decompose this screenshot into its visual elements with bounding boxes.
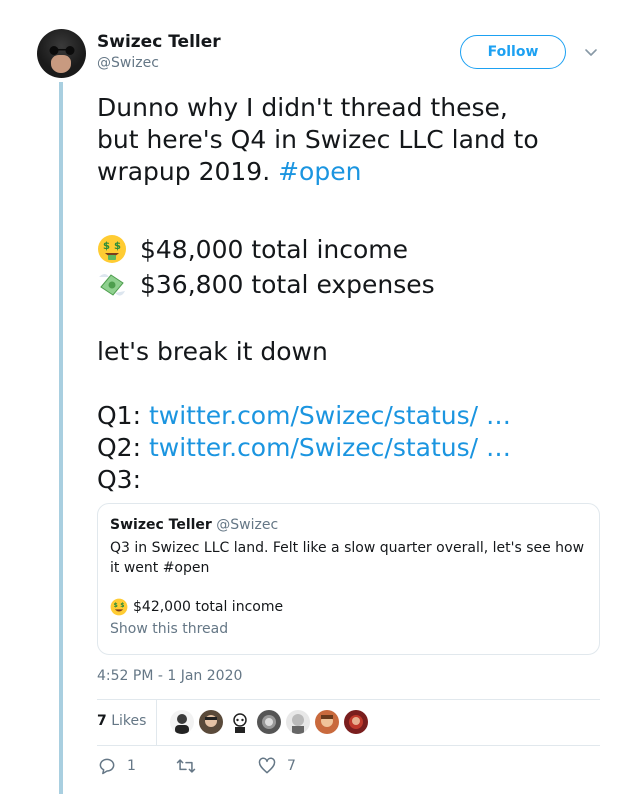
money-with-wings-icon xyxy=(99,274,125,296)
chevron-down-icon[interactable] xyxy=(583,44,599,60)
q2-label: Q2: xyxy=(97,433,149,462)
retweet-icon xyxy=(176,759,196,773)
like-count: 7 xyxy=(287,758,296,774)
hashtag-link[interactable]: #open xyxy=(278,157,361,186)
likes-count[interactable]: 7 Likes xyxy=(97,713,146,729)
q2-link[interactable]: twitter.com/Swizec/status/ … xyxy=(149,433,511,462)
svg-text:$: $ xyxy=(103,241,110,252)
quoted-income-line: $ $ $42,000 total income xyxy=(110,598,587,616)
tweet-timestamp[interactable]: 4:52 PM - 1 Jan 2020 xyxy=(97,668,242,684)
quoted-tweet-header: Swizec Teller @Swizec xyxy=(110,517,587,533)
divider xyxy=(97,699,600,700)
likes-number: 7 xyxy=(97,713,107,729)
quoted-author-handle: @Swizec xyxy=(216,517,279,533)
liker-avatar[interactable] xyxy=(344,710,368,734)
tweet-line: Dunno why I didn't thread these, xyxy=(97,93,508,122)
income-text: $48,000 total income xyxy=(140,235,409,264)
quoted-author-name: Swizec Teller xyxy=(110,517,212,533)
svg-text:$: $ xyxy=(114,602,118,609)
svg-text:$: $ xyxy=(120,602,124,609)
liker-avatar[interactable] xyxy=(170,710,194,734)
liker-avatar[interactable] xyxy=(199,710,223,734)
divider xyxy=(97,745,600,746)
liker-avatar[interactable] xyxy=(228,710,252,734)
show-thread-link[interactable]: Show this thread xyxy=(110,621,587,637)
tweet-line: wrapup 2019. #open xyxy=(97,156,617,188)
likes-label: Likes xyxy=(111,713,147,729)
tweet-actions: 1 7 xyxy=(97,756,397,780)
reply-count: 1 xyxy=(127,758,136,774)
heart-icon xyxy=(258,757,276,774)
thread-line xyxy=(59,82,63,794)
reply-icon xyxy=(99,758,115,775)
income-line: $ $ $48,000 total income xyxy=(97,234,617,266)
money-mouth-face-icon: $ $ xyxy=(110,598,128,616)
q3-line: Q3: xyxy=(97,465,142,494)
quoted-income-text: $42,000 total income xyxy=(133,599,284,615)
like-button[interactable]: 7 xyxy=(257,756,296,776)
q1-line: Q1: twitter.com/Swizec/status/ … xyxy=(97,400,617,432)
author-avatar[interactable] xyxy=(37,29,86,78)
tweet-line-text: wrapup 2019. xyxy=(97,157,279,186)
svg-text:$: $ xyxy=(114,241,121,252)
breakdown-line: let's break it down xyxy=(97,337,328,366)
q1-link[interactable]: twitter.com/Swizec/status/ … xyxy=(149,401,511,430)
liker-avatar[interactable] xyxy=(315,710,339,734)
expenses-line: $36,800 total expenses xyxy=(97,269,617,301)
quoted-tweet-text: Q3 in Swizec LLC land. Felt like a slow … xyxy=(110,540,585,576)
author-handle[interactable]: @Swizec xyxy=(97,55,159,71)
tweet-text: Dunno why I didn't thread these, but her… xyxy=(97,92,617,496)
author-name[interactable]: Swizec Teller xyxy=(97,32,221,52)
avatar-glasses-icon xyxy=(49,46,75,55)
avatar-face xyxy=(51,55,71,73)
liker-avatar[interactable] xyxy=(257,710,281,734)
liker-avatars xyxy=(170,710,373,734)
reply-button[interactable]: 1 xyxy=(97,756,136,776)
tweet-line: but here's Q4 in Swizec LLC land to xyxy=(97,125,539,154)
money-mouth-face-icon: $ $ xyxy=(98,235,126,263)
expenses-text: $36,800 total expenses xyxy=(140,270,435,299)
vertical-divider xyxy=(156,700,157,746)
retweet-button[interactable] xyxy=(175,756,207,776)
quoted-tweet[interactable]: Swizec Teller @Swizec Q3 in Swizec LLC l… xyxy=(97,503,600,655)
q2-line: Q2: twitter.com/Swizec/status/ … xyxy=(97,432,617,464)
follow-button[interactable]: Follow xyxy=(460,35,566,69)
q1-label: Q1: xyxy=(97,401,149,430)
liker-avatar[interactable] xyxy=(286,710,310,734)
